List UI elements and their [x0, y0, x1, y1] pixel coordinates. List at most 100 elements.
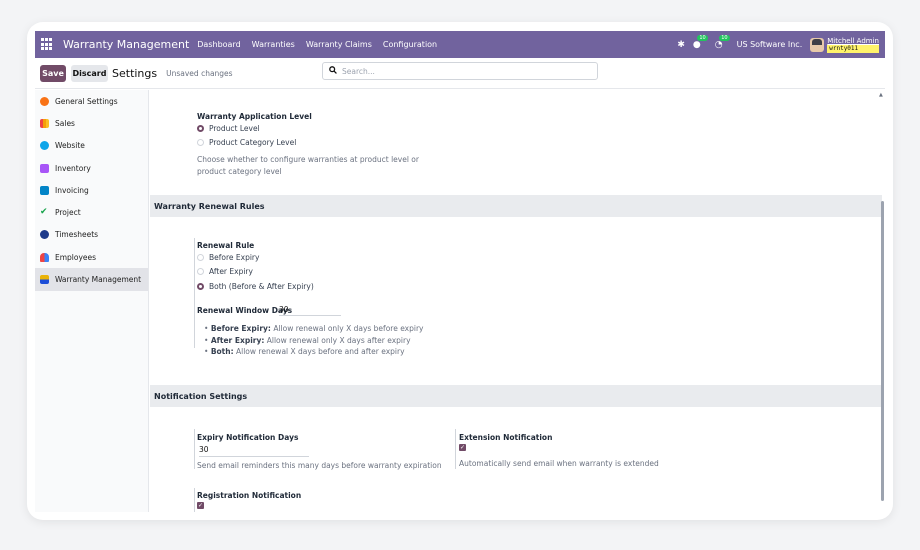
renewal-window-input[interactable]: 30	[279, 305, 341, 316]
setting-title-registration-notification: Registration Notification	[197, 491, 302, 500]
bullet-item: • After Expiry: Allow renewal only X day…	[204, 335, 411, 345]
radio-unchecked-icon[interactable]	[197, 139, 204, 146]
radio-label: Product Level	[209, 124, 260, 133]
app-window: Warranty Management Dashboard Warranties…	[35, 31, 885, 512]
inventory-icon	[40, 163, 49, 173]
application-level-description: Choose whether to configure warranties a…	[197, 154, 419, 178]
discard-button[interactable]: Discard	[71, 64, 108, 82]
app-title[interactable]: Warranty Management	[63, 38, 189, 51]
radio-unchecked-icon[interactable]	[197, 254, 204, 261]
search-input[interactable]	[342, 66, 582, 76]
radio-label: After Expiry	[209, 267, 253, 276]
bullet-item: • Before Expiry: Allow renewal only X da…	[204, 324, 424, 333]
sidebar-item-invoicing[interactable]: Invoicing	[35, 179, 148, 201]
unsaved-status: Unsaved changes	[166, 68, 233, 78]
clock-icon[interactable]: ◔ 10	[715, 34, 730, 50]
settings-sidebar: General Settings Sales Website Inventory…	[35, 90, 149, 512]
save-button[interactable]: Save	[40, 64, 66, 82]
sidebar-item-project[interactable]: ✔ Project	[35, 201, 148, 223]
radio-label: Both (Before & After Expiry)	[209, 282, 314, 291]
menu-warranties[interactable]: Warranties	[252, 40, 295, 49]
top-navbar: Warranty Management Dashboard Warranties…	[35, 31, 885, 58]
sidebar-item-label: Timesheets	[55, 230, 99, 240]
bullet-term: Before Expiry:	[210, 324, 271, 333]
sidebar-item-label: Project	[55, 208, 81, 218]
avatar[interactable]	[810, 37, 825, 52]
extension-notification-checkbox[interactable]: ✓	[459, 444, 466, 451]
expiry-days-input[interactable]: 30	[199, 445, 309, 457]
control-panel: Save Discard Settings Unsaved changes	[35, 58, 885, 89]
bullet-term: Both:	[210, 347, 234, 356]
sidebar-item-website[interactable]: Website	[35, 135, 148, 157]
renewal-window-label: Renewal Window Days	[197, 306, 293, 315]
setting-title-extension-notification: Extension Notification	[459, 433, 553, 442]
setting-title-renewal-rule: Renewal Rule	[197, 241, 255, 250]
chat-icon[interactable]: ● 10	[693, 34, 708, 50]
radio-product-level[interactable]: Product Level	[197, 124, 260, 133]
bullet-text: Allow renewal only X days after expiry	[266, 335, 411, 345]
invoicing-icon	[40, 185, 49, 195]
renewal-rule-help: • Before Expiry: Allow renewal only X da…	[204, 323, 423, 358]
setting-title-application-level: Warranty Application Level	[197, 112, 312, 121]
radio-label: Product Category Level	[209, 138, 297, 147]
sidebar-item-label: General Settings	[55, 96, 118, 106]
sidebar-item-general-settings[interactable]: General Settings	[35, 90, 148, 112]
extension-notification-description: Automatically send email when warranty i…	[459, 459, 659, 468]
radio-checked-icon[interactable]	[197, 283, 204, 290]
radio-both[interactable]: Both (Before & After Expiry)	[197, 282, 314, 291]
radio-product-category-level[interactable]: Product Category Level	[197, 138, 296, 147]
expiry-days-description: Send email reminders this many days befo…	[197, 461, 442, 470]
search-icon	[329, 66, 337, 76]
sidebar-item-timesheets[interactable]: Timesheets	[35, 224, 148, 246]
general-settings-icon	[40, 96, 49, 106]
website-icon	[40, 141, 49, 151]
nav-menu: Dashboard Warranties Warranty Claims Con…	[197, 40, 448, 49]
user-menu[interactable]: Mitchell Admin wrnty011	[827, 37, 879, 53]
radio-unchecked-icon[interactable]	[197, 268, 204, 275]
database-badge: wrnty011	[827, 44, 879, 53]
scroll-up-icon[interactable]: ▲	[879, 92, 883, 98]
sidebar-item-label: Employees	[55, 252, 97, 262]
company-switcher[interactable]: US Software Inc.	[737, 40, 803, 49]
section-header-notifications: Notification Settings	[150, 385, 882, 407]
radio-label: Before Expiry	[209, 253, 260, 262]
sidebar-item-employees[interactable]: Employees	[35, 246, 148, 268]
bullet-text: Allow renewal X days before and after ex…	[236, 347, 405, 356]
messages-badge: 10	[697, 34, 708, 41]
setting-divider	[194, 429, 195, 469]
menu-configuration[interactable]: Configuration	[383, 40, 437, 49]
breadcrumb: Settings	[112, 66, 158, 80]
window-frame: Warranty Management Dashboard Warranties…	[27, 22, 893, 520]
setting-title-expiry-days: Expiry Notification Days	[197, 433, 299, 442]
sidebar-item-label: Website	[55, 141, 85, 151]
bullet-item: • Both: Allow renewal X days before and …	[204, 347, 405, 356]
employees-icon	[40, 252, 49, 262]
settings-content: ▲ Warranty Application Level Product Lev…	[150, 90, 885, 512]
bullet-term: After Expiry:	[210, 335, 265, 345]
timesheets-icon	[40, 230, 49, 240]
registration-notification-checkbox[interactable]: ✓	[197, 502, 204, 509]
apps-grid-icon[interactable]	[41, 38, 54, 51]
sidebar-item-label: Warranty Management	[55, 275, 142, 285]
sidebar-item-sales[interactable]: Sales	[35, 112, 148, 134]
bullet-text: Allow renewal only X days before expiry	[273, 324, 424, 333]
setting-divider	[194, 238, 195, 348]
radio-after-expiry[interactable]: After Expiry	[197, 267, 253, 276]
user-name: Mitchell Admin	[827, 36, 879, 45]
radio-checked-icon[interactable]	[197, 125, 204, 132]
scrollbar[interactable]	[881, 201, 884, 501]
project-icon: ✔	[40, 207, 48, 218]
menu-warranty-claims[interactable]: Warranty Claims	[306, 40, 372, 49]
description-line: Choose whether to configure warranties a…	[197, 155, 419, 164]
setting-divider	[194, 488, 195, 512]
description-line: product category level	[197, 167, 282, 176]
menu-dashboard[interactable]: Dashboard	[197, 40, 240, 49]
bug-icon[interactable]: ✱	[677, 40, 685, 50]
setting-divider	[455, 429, 456, 469]
warranty-management-icon	[40, 275, 49, 285]
sidebar-item-inventory[interactable]: Inventory	[35, 157, 148, 179]
section-header-renewal: Warranty Renewal Rules	[150, 195, 882, 217]
nav-right: ✱ ● 10 ◔ 10 US Software Inc. Mitchell Admi…	[677, 31, 885, 58]
sidebar-item-warranty-management[interactable]: Warranty Management	[35, 268, 148, 291]
radio-before-expiry[interactable]: Before Expiry	[197, 253, 259, 262]
